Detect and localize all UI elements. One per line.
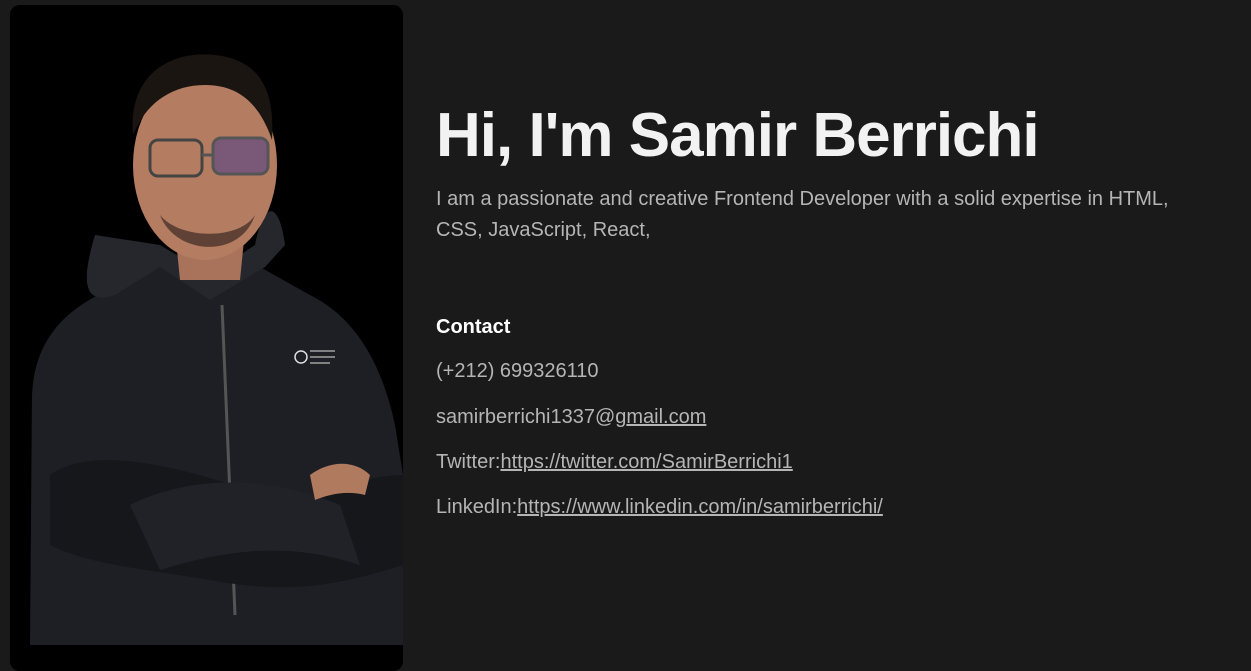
portrait-illustration (10, 5, 403, 671)
email-link[interactable]: mail.com (626, 406, 706, 428)
linkedin-row: LinkedIn:https://www.linkedin.com/in/sam… (436, 496, 883, 519)
intro-text: I am a passionate and creative Frontend … (436, 188, 1169, 241)
hero-section: Hi, I'm Samir Berrichi I am a passionate… (436, 98, 1226, 518)
page-title: Hi, I'm Samir Berrichi (436, 101, 1040, 170)
email-prefix: samirberrichi1337@g (436, 406, 627, 428)
profile-photo (10, 5, 403, 671)
linkedin-label: LinkedIn: (436, 496, 518, 518)
phone-number: (+212) 699326110 (436, 360, 599, 382)
contact-heading: Contact (436, 316, 511, 338)
email-row: samirberrichi1337@gmail.com (436, 406, 706, 429)
twitter-label: Twitter: (436, 451, 501, 473)
linkedin-link[interactable]: https://www.linkedin.com/in/samirberrich… (517, 496, 883, 518)
twitter-row: Twitter:https://twitter.com/SamirBerrich… (436, 451, 793, 474)
twitter-link[interactable]: https://twitter.com/SamirBerrichi1 (500, 451, 792, 473)
